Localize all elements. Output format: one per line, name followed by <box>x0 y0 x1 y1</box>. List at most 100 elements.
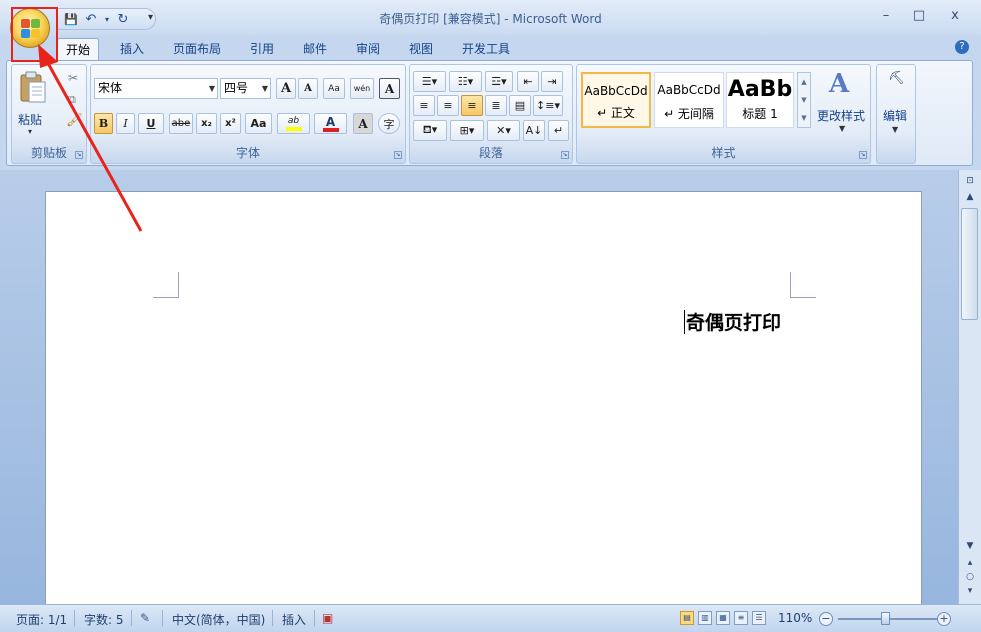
font-name-select[interactable]: 宋体 ▼ <box>94 78 218 99</box>
ribbon: 粘贴 ▾ ✂ ⧉ 🖌 剪贴板 ↘ 宋体 ▼ 四号 ▼ A A Aa wén A … <box>6 60 973 166</box>
tab-insert[interactable]: 插入 <box>112 38 152 60</box>
enclose-chars-button[interactable]: 字 <box>378 113 400 134</box>
strikethrough-button[interactable]: abe <box>169 113 193 134</box>
cut-icon[interactable]: ✂ <box>68 71 78 85</box>
paragraph-mark-icon: ↵ <box>553 124 564 137</box>
styles-scroll[interactable]: ▲ ▼ ▼ <box>797 72 811 128</box>
select-browse-object-icon[interactable]: ○ <box>959 572 981 582</box>
scroll-up-icon[interactable]: ▲ <box>959 192 981 202</box>
scroll-down-icon[interactable]: ▼ <box>798 91 810 109</box>
increase-indent-button[interactable]: ⇥ <box>541 71 563 92</box>
ruler-toggle-icon[interactable]: ⊡ <box>959 176 981 186</box>
decrease-indent-button[interactable]: ⇤ <box>517 71 539 92</box>
sort-icon: A↓ <box>525 124 543 137</box>
editing-button[interactable]: ⛏ 编辑 ▼ <box>877 67 915 163</box>
line-spacing-icon: ↕≡▾ <box>536 99 560 112</box>
clipboard-launcher-icon[interactable]: ↘ <box>75 151 83 159</box>
font-color-button[interactable]: A <box>314 113 347 134</box>
word-count[interactable]: 字数: 5 <box>84 611 124 628</box>
next-page-icon[interactable]: ▾ <box>959 586 981 596</box>
scroll-up-icon[interactable]: ▲ <box>798 73 810 91</box>
distribute-icon: ▤ <box>514 99 526 112</box>
language-indicator[interactable]: 中文(简体，中国) <box>172 611 265 628</box>
distribute-button[interactable]: ▤ <box>509 95 531 116</box>
tab-review[interactable]: 审阅 <box>348 38 388 60</box>
line-spacing-button[interactable]: ↕≡▾ <box>533 95 563 116</box>
zoom-slider-thumb[interactable] <box>881 612 890 625</box>
change-case-button[interactable]: Aa <box>245 113 272 134</box>
zoom-out-button[interactable]: − <box>819 612 833 626</box>
justify-button[interactable]: ≣ <box>485 95 507 116</box>
style-heading-1[interactable]: AaBb 标题 1 <box>726 72 794 128</box>
help-icon[interactable]: ? <box>955 40 969 54</box>
phonetic-guide-button[interactable]: wén <box>350 78 374 99</box>
font-launcher-icon[interactable]: ↘ <box>394 151 402 159</box>
outline-view-icon[interactable]: ≡ <box>734 611 748 625</box>
style-no-spacing[interactable]: AaBbCcDd ↵ 无间隔 <box>654 72 724 128</box>
zoom-level[interactable]: 110% <box>778 611 812 625</box>
shrink-font-button[interactable]: A <box>298 78 318 99</box>
change-styles-button[interactable]: A 更改样式 ▼ <box>815 69 869 141</box>
tab-view[interactable]: 视图 <box>401 38 441 60</box>
scroll-down-icon[interactable]: ▼ <box>959 541 981 551</box>
styles-launcher-icon[interactable]: ↘ <box>859 151 867 159</box>
shading-button[interactable]: ⛾▾ <box>413 120 447 141</box>
subscript-button[interactable]: x₂ <box>196 113 217 134</box>
minimize-button[interactable]: – <box>873 8 899 23</box>
zoom-in-button[interactable]: + <box>937 612 951 626</box>
sort-button[interactable]: A↓ <box>523 120 545 141</box>
align-left-button[interactable]: ≡ <box>413 95 435 116</box>
vertical-scrollbar[interactable]: ⊡ ▲ ▼ ▴ ○ ▾ <box>958 170 981 604</box>
char-shading-button[interactable]: A <box>353 113 373 134</box>
redo-icon[interactable]: ↻ <box>115 12 131 27</box>
paste-button[interactable]: 粘贴 ▾ <box>16 69 50 139</box>
page-count[interactable]: 页面: 1/1 <box>16 611 67 628</box>
clear-format-button[interactable]: Aa <box>323 78 345 99</box>
tab-references[interactable]: 引用 <box>242 38 282 60</box>
superscript-button[interactable]: x² <box>220 113 241 134</box>
multilevel-list-button[interactable]: ☲▾ <box>485 71 513 92</box>
scrollbar-thumb[interactable] <box>961 208 978 320</box>
numbered-list-icon: ☷▾ <box>457 75 474 88</box>
bullets-button[interactable]: ☰▾ <box>413 71 446 92</box>
italic-button[interactable]: I <box>116 113 135 134</box>
customize-qat-button[interactable]: ▾ <box>148 12 153 23</box>
styles-group: AaBbCcDd ↵ 正文 AaBbCcDd ↵ 无间隔 AaBb 标题 1 ▲… <box>576 64 871 164</box>
tab-page-layout[interactable]: 页面布局 <box>165 38 229 60</box>
align-center-button[interactable]: ≡ <box>437 95 459 116</box>
web-layout-icon[interactable]: ▦ <box>716 611 730 625</box>
show-marks-button[interactable]: ↵ <box>548 120 569 141</box>
undo-icon[interactable]: ↶ <box>83 12 99 27</box>
chinese-layout-button[interactable]: ✕▾ <box>487 120 520 141</box>
close-button[interactable]: x <box>942 8 968 23</box>
grow-font-button[interactable]: A <box>276 78 296 99</box>
maximize-button[interactable]: □ <box>906 8 932 23</box>
tab-home[interactable]: 开始 <box>57 38 100 60</box>
font-size-select[interactable]: 四号 ▼ <box>220 78 271 99</box>
proofing-icon[interactable]: ✎ <box>140 611 150 625</box>
macro-record-icon[interactable]: ▣ <box>322 611 333 625</box>
tab-mailings[interactable]: 邮件 <box>295 38 335 60</box>
previous-page-icon[interactable]: ▴ <box>959 558 981 568</box>
full-screen-reading-icon[interactable]: ▥ <box>698 611 712 625</box>
style-normal[interactable]: AaBbCcDd ↵ 正文 <box>581 72 651 128</box>
char-border-button[interactable]: A <box>379 78 400 99</box>
print-layout-view-icon[interactable]: ▤ <box>680 611 694 625</box>
align-right-button[interactable]: ≡ <box>461 95 483 116</box>
borders-button[interactable]: ⊞▾ <box>450 120 484 141</box>
more-styles-icon[interactable]: ▼ <box>798 109 810 127</box>
numbering-button[interactable]: ☷▾ <box>449 71 482 92</box>
bold-button[interactable]: B <box>94 113 113 134</box>
format-painter-icon[interactable]: 🖌 <box>66 113 83 128</box>
document-area[interactable]: 奇偶页打印 <box>0 170 958 611</box>
underline-button[interactable]: U <box>138 113 164 134</box>
insert-mode[interactable]: 插入 <box>282 611 306 628</box>
paragraph-launcher-icon[interactable]: ↘ <box>561 151 569 159</box>
save-icon[interactable]: 💾 <box>63 13 79 26</box>
draft-view-icon[interactable]: ☰ <box>752 611 766 625</box>
copy-icon[interactable]: ⧉ <box>68 93 76 107</box>
tab-developer[interactable]: 开发工具 <box>454 38 518 60</box>
document-text[interactable]: 奇偶页打印 <box>686 308 781 335</box>
undo-dropdown-icon[interactable]: ▾ <box>103 15 111 24</box>
highlight-button[interactable]: ab <box>277 113 310 134</box>
